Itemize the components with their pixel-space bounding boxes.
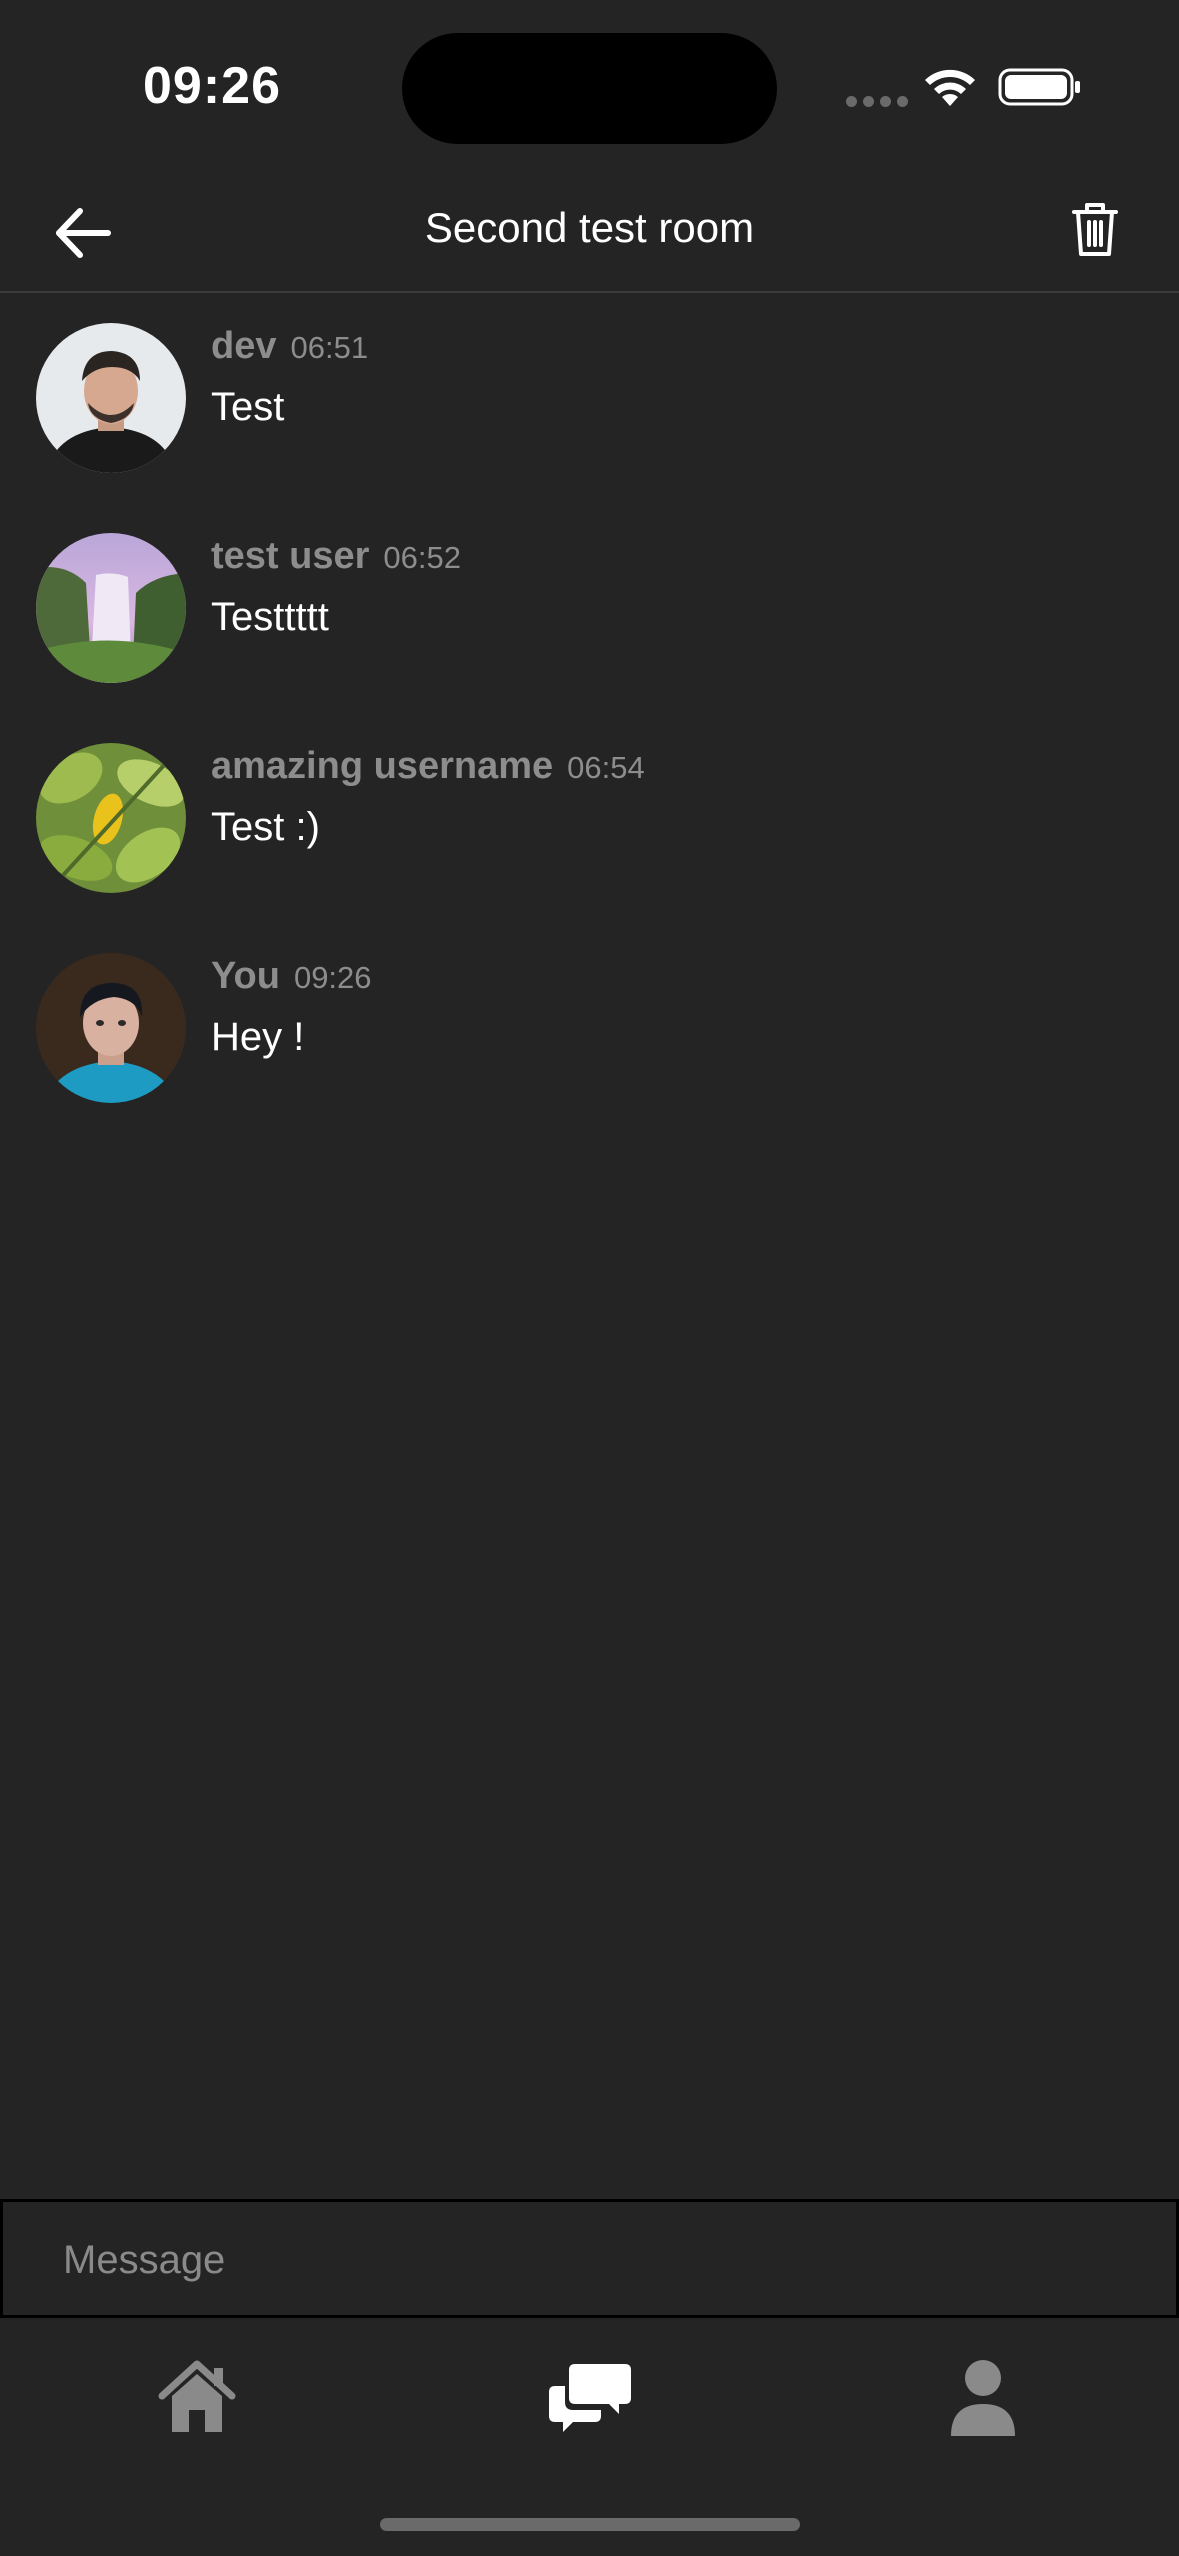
wifi-icon: [925, 69, 975, 106]
room-title: Second test room: [424, 204, 755, 251]
message-composer: [0, 2199, 1179, 2318]
message-input[interactable]: [63, 2232, 1123, 2288]
message-item: dev 06:51 Test: [0, 295, 1179, 505]
tab-chats[interactable]: [545, 2352, 635, 2442]
message-username: You: [211, 955, 280, 997]
delete-room-button[interactable]: [1070, 200, 1120, 258]
message-meta: test user 06:52: [211, 535, 461, 578]
tab-bar: [0, 2322, 1179, 2556]
trash-icon: [1072, 203, 1118, 256]
tab-home[interactable]: [152, 2352, 242, 2442]
tab-profile[interactable]: [938, 2352, 1028, 2442]
message-username: dev: [211, 325, 277, 367]
avatar[interactable]: [36, 743, 186, 893]
message-text: Test :): [211, 805, 320, 849]
message-meta: dev 06:51: [211, 325, 368, 368]
avatar[interactable]: [36, 323, 186, 473]
chat-bubbles-icon: [549, 2364, 631, 2432]
message-text: Testtttt: [211, 595, 329, 639]
battery-icon: [998, 68, 1080, 106]
message-username: amazing username: [211, 745, 554, 787]
message-meta: amazing username 06:54: [211, 745, 645, 788]
message-time: 09:26: [293, 960, 372, 995]
chat-header: Second test room: [0, 170, 1179, 293]
message-text: Test: [211, 385, 285, 429]
status-time: 09:26: [143, 57, 281, 115]
status-bar: 09:26: [0, 0, 1179, 170]
home-icon: [158, 2360, 236, 2432]
message-time: 06:54: [567, 750, 645, 785]
message-item: You 09:26 Hey !: [0, 925, 1179, 1135]
cellular-signal-icon: [846, 96, 908, 107]
home-indicator: [380, 2518, 800, 2531]
avatar[interactable]: [36, 953, 186, 1103]
message-item: test user 06:52 Testtttt: [0, 505, 1179, 715]
person-icon: [951, 2360, 1015, 2436]
chat-room-screen: 09:26 Second test room dev 06:51 Test te…: [0, 0, 1179, 2556]
message-time: 06:52: [383, 540, 461, 575]
message-text: Hey !: [211, 1015, 305, 1059]
avatar[interactable]: [36, 533, 186, 683]
message-list: dev 06:51 Test test user 06:52 Testtttt …: [0, 295, 1179, 1135]
message-username: test user: [211, 535, 370, 577]
message-meta: You 09:26: [211, 955, 372, 998]
message-item: amazing username 06:54 Test :): [0, 715, 1179, 925]
dynamic-island: [402, 33, 777, 144]
message-time: 06:51: [290, 330, 369, 365]
